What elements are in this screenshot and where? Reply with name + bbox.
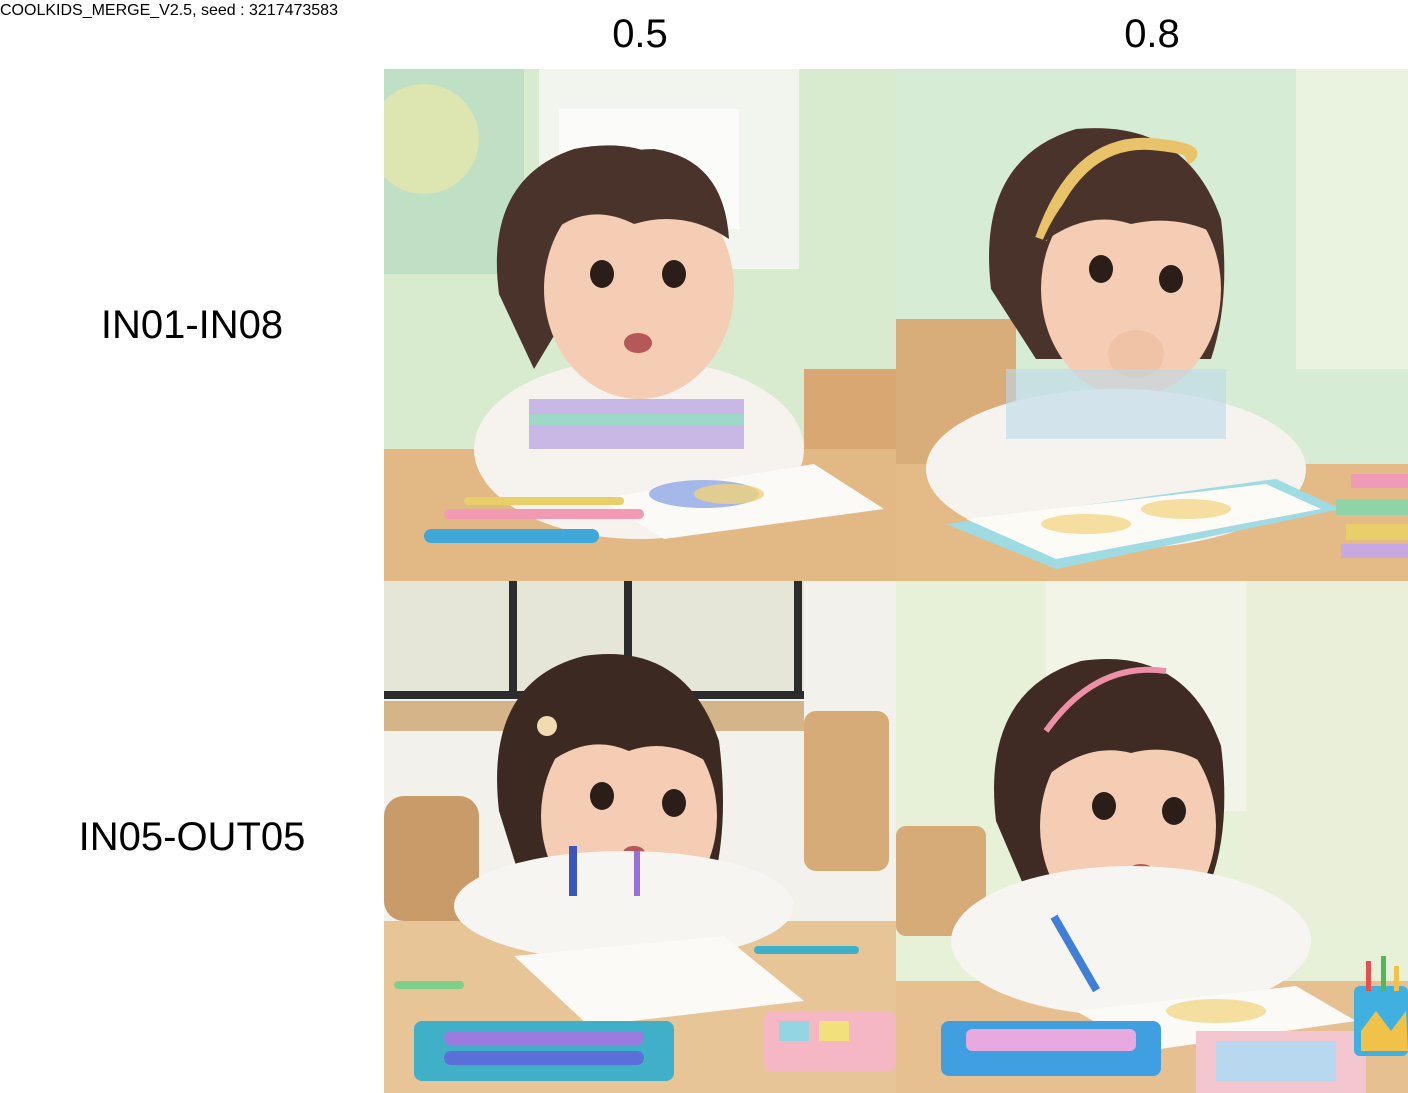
- column-label-0: 0.5: [612, 12, 668, 56]
- image-cell-r0-c1: [896, 69, 1408, 581]
- image-cell-r1-c0: [384, 581, 896, 1093]
- row-label-1: IN05-OUT05: [78, 815, 306, 859]
- girl-crayon-image: [896, 581, 1408, 1093]
- girl-drawing-image: [384, 69, 896, 581]
- column-label-1: 0.8: [1124, 12, 1180, 56]
- header-caption: COOLKIDS_MERGE_V2.5, seed : 3217473583: [0, 2, 338, 19]
- row-label-0: IN01-IN08: [100, 303, 284, 347]
- image-cell-r1-c1: [896, 581, 1408, 1093]
- girl-thinking-image: [896, 69, 1408, 581]
- image-cell-r0-c0: [384, 69, 896, 581]
- girl-classroom-image: [384, 581, 896, 1093]
